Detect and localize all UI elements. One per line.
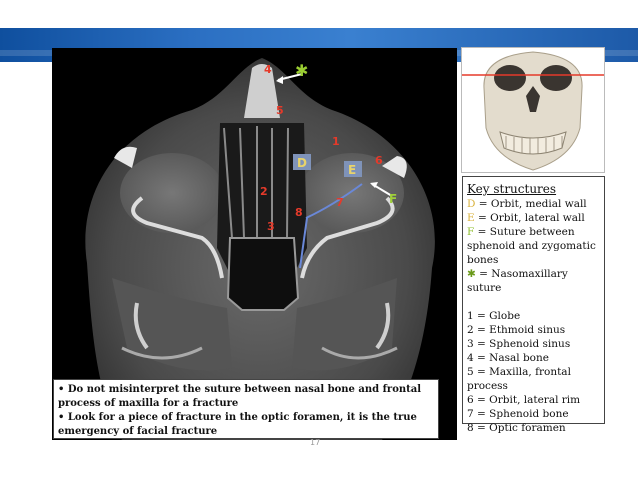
key-structures-panel: Key structures D = Orbit, medial wall E … xyxy=(462,176,605,434)
key-text-d: = Orbit, medial wall xyxy=(475,198,587,210)
key-item-asterisk: ✱ = Nasomaxillary suture xyxy=(467,267,600,295)
nasomaxillary-suture-marker: ✱ xyxy=(295,61,308,80)
label-4-nasal: 4 xyxy=(264,63,272,76)
label-7-sphenoid-bone: 7 xyxy=(336,196,344,209)
clinical-notes-panel: • Do not misinterpret the suture between… xyxy=(53,379,439,439)
sphenoid-sinus xyxy=(226,237,300,311)
key-sym-asterisk: ✱ xyxy=(467,268,476,280)
label-f: F xyxy=(389,192,397,206)
skull-reference-image xyxy=(461,47,605,173)
note-suture: • Do not misinterpret the suture between… xyxy=(58,384,422,409)
key-numbered-3: 3 = Sphenoid sinus xyxy=(467,338,571,350)
page-number: 17 xyxy=(310,438,321,447)
left-globe xyxy=(120,153,224,233)
label-1-globe: 1 xyxy=(332,135,340,148)
key-numbered-7: 7 = Sphenoid bone xyxy=(467,408,569,420)
skull-drawing xyxy=(462,48,604,172)
label-5-maxilla: 5 xyxy=(276,104,284,117)
key-text-e: = Orbit, lateral wall xyxy=(474,212,585,224)
key-title: Key structures xyxy=(467,182,557,196)
label-8-optic-foramen: 8 xyxy=(295,206,303,219)
key-numbered-4: 4 = Nasal bone xyxy=(467,352,549,364)
note-optic-foramen: • Look for a piece of fracture in the op… xyxy=(58,412,417,437)
key-text-f: = Suture between sphenoid and zygomatic … xyxy=(467,226,596,266)
key-numbered-8: 8 = Optic foramen xyxy=(467,422,566,434)
key-numbered-6: 6 = Orbit, lateral rim xyxy=(467,394,581,406)
key-item-d: D = Orbit, medial wall xyxy=(467,197,600,211)
label-3-sphenoid: 3 xyxy=(267,220,275,233)
key-numbered-1: 1 = Globe xyxy=(467,310,521,322)
key-numbered-5: 5 = Maxilla, frontal process xyxy=(467,366,571,392)
label-e: E xyxy=(348,163,356,177)
key-sym-e: E xyxy=(467,212,475,224)
label-2-ethmoid: 2 xyxy=(260,185,268,198)
key-item-f: F = Suture between sphenoid and zygomati… xyxy=(467,225,600,267)
key-spacer xyxy=(467,295,600,309)
label-6-lateral-rim: 6 xyxy=(375,154,383,167)
key-numbered-2: 2 = Ethmoid sinus xyxy=(467,324,566,336)
key-item-e: E = Orbit, lateral wall xyxy=(467,211,600,225)
label-d: D xyxy=(297,156,307,170)
key-text-asterisk: = Nasomaxillary suture xyxy=(467,268,568,294)
